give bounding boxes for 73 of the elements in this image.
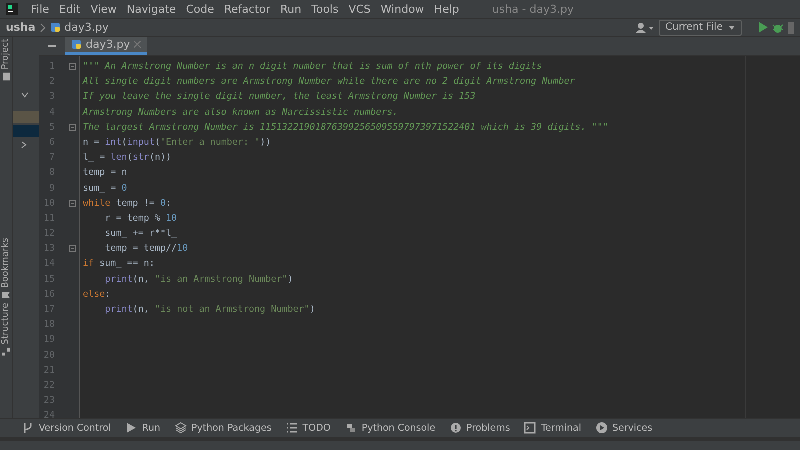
window-title: usha - day3.py <box>492 2 574 16</box>
branch-icon <box>22 422 34 434</box>
project-name[interactable]: usha <box>6 21 36 34</box>
tool-window-button[interactable]: Bookmarks <box>1 236 11 302</box>
code-line: n = int(input("Enter a number: ")) <box>83 136 272 150</box>
code-line: temp = n <box>83 166 128 180</box>
user-dropdown-icon[interactable] <box>634 22 655 34</box>
editor-tab[interactable]: day3.py <box>65 37 148 55</box>
tool-window-button[interactable]: Run <box>125 422 161 434</box>
tool-window-button[interactable]: Structure <box>1 301 11 358</box>
python-file-icon <box>71 39 82 50</box>
python-console-icon <box>344 422 357 434</box>
tool-window-button[interactable]: TODO <box>286 422 331 434</box>
run-icon[interactable] <box>758 22 768 33</box>
menu-item[interactable]: Edit <box>54 2 86 16</box>
fold-marker-icon[interactable] <box>68 245 76 252</box>
terminal-icon <box>524 422 536 434</box>
menu-item[interactable]: Window <box>376 2 430 16</box>
bookmark-icon <box>2 291 10 300</box>
tree-row-highlight <box>13 125 39 137</box>
info-icon <box>450 422 462 434</box>
debug-icon[interactable] <box>772 22 784 34</box>
code-line: sum_ = 0 <box>83 182 128 196</box>
code-line: If you leave the single digit number, the least Armstrong Number is 153 <box>83 90 476 104</box>
chevron-right-icon <box>21 141 27 149</box>
run-configuration-dropdown[interactable]: Current File <box>658 20 742 36</box>
menu-item[interactable]: Code <box>181 2 220 16</box>
code-line: print(n, "is an Armstrong Number") <box>104 272 294 287</box>
menu-item[interactable]: File <box>26 2 54 16</box>
menu-item[interactable]: View <box>86 2 122 16</box>
menu-item[interactable]: Tools <box>306 2 344 16</box>
code-line: else: <box>83 288 111 302</box>
tool-window-button[interactable]: Python Console <box>344 422 436 434</box>
code-line: l_ = len(str(n)) <box>83 151 172 166</box>
menu-item[interactable]: VCS <box>344 2 376 16</box>
menu-item[interactable]: Refactor <box>219 2 276 16</box>
code-line: if sum_ == n: <box>83 257 155 272</box>
structure-icon <box>2 348 10 356</box>
play-circle-icon <box>596 422 608 434</box>
code-line: """ An Armstrong Number is an n digit number that is sum of nth power of its digits <box>83 60 542 74</box>
code-line: r = temp % 10 <box>104 212 178 226</box>
tool-window-button[interactable]: Python Packages <box>174 422 272 434</box>
toolbar-icon[interactable] <box>788 22 794 34</box>
tool-window-button[interactable]: Terminal <box>524 422 582 434</box>
run-icon <box>125 422 138 434</box>
chevron-right-icon <box>40 22 46 32</box>
code-line: Armstrong Numbers are also known as Narcissistic numbers. <box>83 106 398 120</box>
tool-window-button[interactable]: Services <box>596 422 653 434</box>
tool-window-button[interactable]: Version Control <box>22 422 112 434</box>
code-line: sum_ += r**l_ <box>104 227 178 242</box>
list-icon <box>286 422 298 434</box>
folder-icon <box>2 72 10 81</box>
code-line: while temp != 0: <box>83 196 172 211</box>
close-icon[interactable] <box>134 41 142 48</box>
caret-icon <box>729 26 735 30</box>
code-line: print(n, "is not an Armstrong Number") <box>104 303 316 317</box>
layers-icon <box>174 422 187 434</box>
fold-marker-icon[interactable] <box>68 200 76 207</box>
code-line: All single digit numbers are Armstrong Number while there are no 2 digit Armstrong Number <box>83 75 576 90</box>
menu-item[interactable]: Help <box>429 2 464 16</box>
fold-marker-icon[interactable] <box>68 63 76 70</box>
code-line: The largest Armstrong Number is 115132219018763992565095597973971522401 which is 39 digits. """ <box>83 120 608 135</box>
fold-marker-icon[interactable] <box>68 124 76 131</box>
app-logo-icon <box>6 3 18 15</box>
menu-item[interactable]: Navigate <box>122 2 182 16</box>
menu-item[interactable]: Run <box>276 2 307 16</box>
python-file-icon <box>50 22 61 33</box>
tool-window-button[interactable]: Project <box>1 37 11 83</box>
file-name[interactable]: day3.py <box>64 21 109 34</box>
tree-row-highlight <box>13 111 39 123</box>
chevron-down-icon <box>21 92 29 98</box>
code-line: temp = temp//10 <box>104 242 188 256</box>
tool-window-button[interactable]: Problems <box>450 422 510 434</box>
